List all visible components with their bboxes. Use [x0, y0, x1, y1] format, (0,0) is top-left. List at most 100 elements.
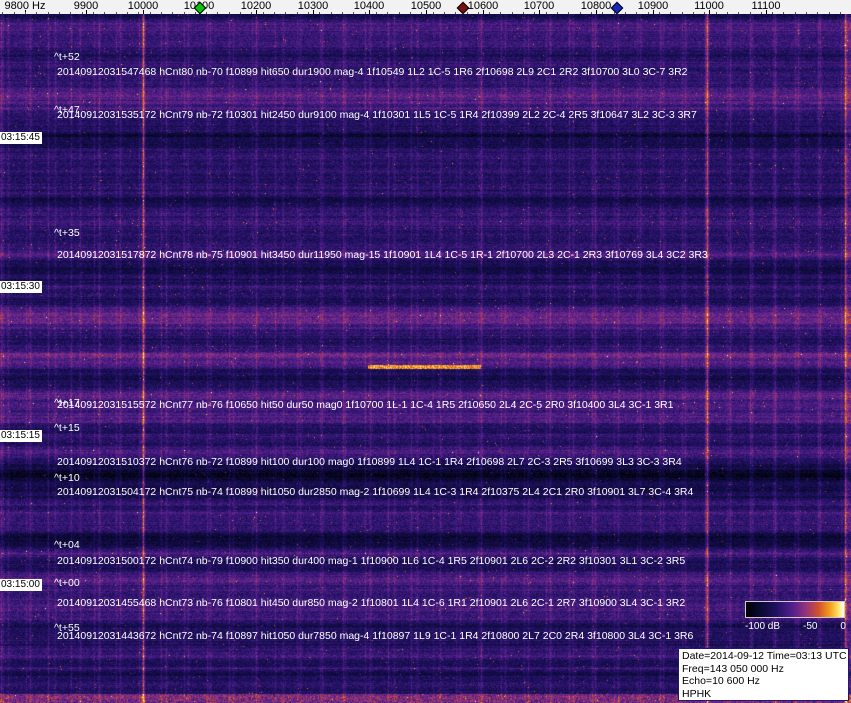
- freq-tick-minor: [636, 12, 637, 14]
- event-detection-record: 20140912031455468 hCnt73 nb-76 f10801 hi…: [57, 597, 686, 609]
- freq-tick-minor: [444, 12, 445, 14]
- info-echo: Echo=10 600 Hz: [682, 675, 760, 687]
- info-frequency: Freq=143 050 000 Hz: [682, 662, 784, 675]
- event-detection-record: 20140912031535172 hCnt79 nb-72 f10301 hi…: [57, 109, 697, 121]
- freq-tick-major: [653, 10, 654, 14]
- freq-tick-minor: [467, 12, 468, 14]
- event-detection-record: 20140912031515572 hCnt77 nb-76 f10650 hi…: [57, 399, 674, 411]
- freq-tick-minor: [716, 12, 717, 14]
- freq-tick-minor: [184, 12, 185, 14]
- freq-tick-minor: [353, 12, 354, 14]
- freq-tick-minor: [455, 12, 456, 14]
- freq-tick-minor: [25, 12, 26, 14]
- freq-tick-minor: [433, 12, 434, 14]
- freq-tick-major: [483, 10, 484, 14]
- freq-tick-minor: [263, 12, 264, 14]
- freq-tick-minor: [240, 12, 241, 14]
- freq-tick-minor: [217, 12, 218, 14]
- freq-tick-minor: [195, 12, 196, 14]
- freq-tick-major: [539, 10, 540, 14]
- freq-tick-minor: [693, 12, 694, 14]
- freq-tick-minor: [387, 12, 388, 14]
- colorbar-min-label: -100 dB: [745, 621, 781, 632]
- event-detection-record: 20140912031510372 hCnt76 nb-72 f10899 hi…: [57, 456, 682, 468]
- event-detection-record: 20140912031504172 hCnt75 nb-74 f10899 hi…: [57, 486, 694, 498]
- colorbar-labels: -100 dB -50 0: [745, 621, 846, 632]
- event-time-marker: ^t+35: [54, 227, 80, 239]
- freq-tick-minor: [48, 12, 49, 14]
- freq-tick-minor: [161, 12, 162, 14]
- freq-tick-minor: [59, 12, 60, 14]
- freq-tick-major: [86, 10, 87, 14]
- freq-tick-minor: [229, 12, 230, 14]
- freq-tick-minor: [704, 12, 705, 14]
- freq-tick-minor: [82, 12, 83, 14]
- freq-tick-minor: [2, 12, 3, 14]
- freq-tick-minor: [523, 12, 524, 14]
- freq-tick-minor: [750, 12, 751, 14]
- time-tick-label: 03:15:30: [0, 281, 42, 293]
- freq-tick-minor: [138, 12, 139, 14]
- freq-tick-minor: [568, 12, 569, 14]
- freq-tick-minor: [399, 12, 400, 14]
- freq-tick-minor: [274, 12, 275, 14]
- freq-tick-minor: [308, 12, 309, 14]
- freq-tick-minor: [127, 12, 128, 14]
- event-detection-record: 20140912031517872 hCnt78 nb-75 f10901 hi…: [57, 249, 708, 261]
- freq-tick-minor: [342, 12, 343, 14]
- freq-tick-minor: [648, 12, 649, 14]
- freq-tick-major: [313, 10, 314, 14]
- colorbar: -100 dB -50 0: [745, 601, 846, 632]
- freq-tick-minor: [331, 12, 332, 14]
- freq-tick-minor: [376, 12, 377, 14]
- colorbar-max-label: 0: [840, 621, 846, 632]
- freq-tick-minor: [410, 12, 411, 14]
- freq-tick-minor: [670, 12, 671, 14]
- event-detection-record: 20140912031547468 hCnt80 nb-70 f10899 hi…: [57, 66, 688, 78]
- spectrogram-display: 9800 Hz990010000101001020010300104001050…: [0, 0, 851, 703]
- freq-tick-minor: [36, 12, 37, 14]
- time-tick-label: 03:15:15: [0, 430, 42, 442]
- freq-tick-minor: [772, 12, 773, 14]
- freq-tick-minor: [489, 12, 490, 14]
- freq-tick-minor: [500, 12, 501, 14]
- freq-tick-minor: [297, 12, 298, 14]
- event-time-marker: ^t+00: [54, 577, 80, 589]
- freq-tick-minor: [761, 12, 762, 14]
- freq-tick-major: [143, 10, 144, 14]
- freq-tick-major: [426, 10, 427, 14]
- freq-tick-minor: [206, 12, 207, 14]
- freq-tick-major: [369, 10, 370, 14]
- freq-tick-major: [596, 10, 597, 14]
- time-tick-label: 03:15:00: [0, 579, 42, 591]
- freq-tick-minor: [70, 12, 71, 14]
- freq-tick-major: [766, 10, 767, 14]
- freq-tick-minor: [659, 12, 660, 14]
- freq-tick-minor: [319, 12, 320, 14]
- freq-tick-minor: [840, 12, 841, 14]
- freq-tick-minor: [557, 12, 558, 14]
- event-time-marker: ^t+15: [54, 422, 80, 434]
- freq-tick-minor: [795, 12, 796, 14]
- freq-tick-minor: [365, 12, 366, 14]
- freq-tick-minor: [727, 12, 728, 14]
- time-tick-label: 03:15:45: [0, 132, 42, 144]
- freq-tick-minor: [625, 12, 626, 14]
- freq-tick-minor: [104, 12, 105, 14]
- freq-tick-minor: [251, 12, 252, 14]
- freq-tick-minor: [478, 12, 479, 14]
- info-station: HPHK: [682, 687, 712, 700]
- event-time-marker: ^t+04: [54, 539, 80, 551]
- info-date-time: Date=2014-09-12 Time=03:13 UTC: [682, 650, 847, 662]
- freq-tick-minor: [14, 12, 15, 14]
- freq-tick-minor: [172, 12, 173, 14]
- freq-tick-minor: [829, 12, 830, 14]
- freq-tick-minor: [783, 12, 784, 14]
- freq-tick-minor: [580, 12, 581, 14]
- freq-tick-minor: [93, 12, 94, 14]
- freq-tick-minor: [285, 12, 286, 14]
- freq-tick-minor: [806, 12, 807, 14]
- colorbar-mid-label: -50: [803, 621, 818, 632]
- freq-tick-minor: [150, 12, 151, 14]
- event-time-marker: ^t+52: [54, 51, 80, 63]
